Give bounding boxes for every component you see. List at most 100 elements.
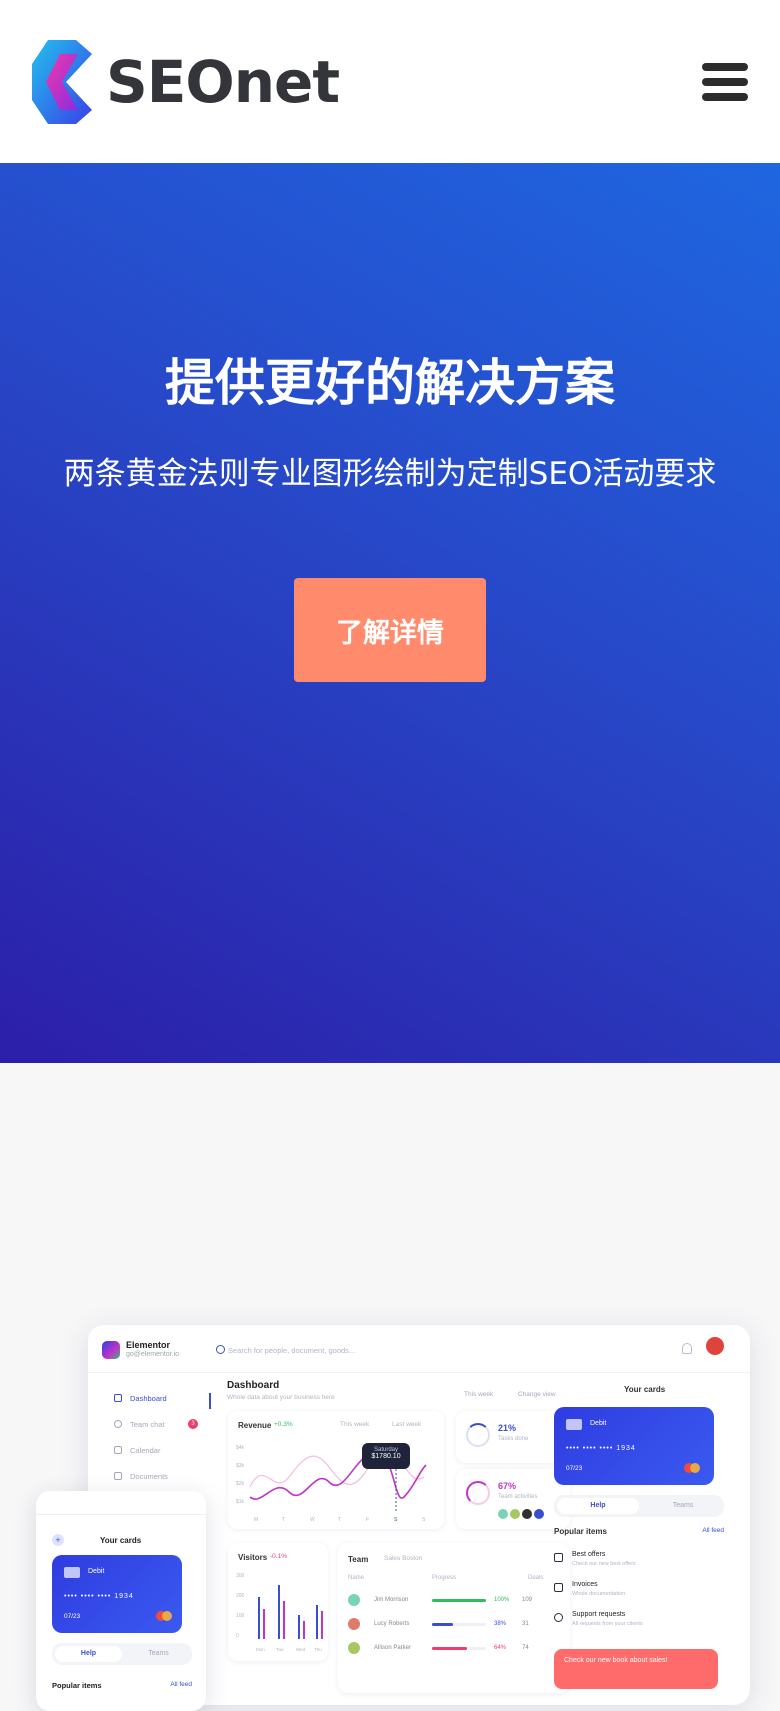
sidebar-item-dashboard: Dashboard — [88, 1385, 208, 1411]
debit-card: Debit •••• •••• •••• 1934 07/23 — [554, 1407, 714, 1485]
hamburger-menu-icon[interactable] — [702, 62, 748, 101]
card-number: •••• •••• •••• 1934 — [64, 1593, 134, 1600]
activities-label: Team activities — [498, 1494, 538, 1500]
promo-banner: Check our new book about sales! — [554, 1649, 718, 1689]
progress-value: 64% — [494, 1645, 507, 1651]
logo-text: SEOnet — [106, 47, 340, 116]
x-tick: W — [310, 1517, 315, 1523]
list-item: Support requests All requests from your c… — [554, 1609, 724, 1633]
progress-value: 38% — [494, 1621, 507, 1627]
member-name: Jim Morrison — [374, 1597, 409, 1603]
sidebar-item-calendar: Calendar — [88, 1437, 208, 1463]
team-avatars — [498, 1509, 544, 1519]
x-tick: T — [338, 1517, 341, 1523]
revenue-change: +0.3% — [274, 1421, 293, 1428]
column-header: Name — [348, 1575, 365, 1581]
tasks-label: Tasks done — [498, 1436, 529, 1442]
dashboard-topbar: Elementor go@elementor.io Search for peo… — [88, 1325, 750, 1373]
tab-help: Help — [55, 1646, 122, 1662]
bar — [321, 1611, 323, 1639]
activities-value: 67% — [498, 1481, 517, 1491]
tooltip-value: $1780.10 — [371, 1453, 401, 1460]
y-tick: $1k — [236, 1499, 245, 1505]
mini-header — [36, 1491, 206, 1515]
tasks-value: 21% — [498, 1423, 517, 1433]
mini-tabs: Help Teams — [52, 1643, 192, 1665]
help-teams-tabs: Help Teams — [554, 1495, 724, 1517]
hero-title: 提供更好的解决方案 — [165, 354, 615, 412]
popular-title: Popular items — [52, 1681, 102, 1690]
active-indicator — [209, 1393, 211, 1409]
bar — [258, 1597, 260, 1639]
site-logo[interactable]: SEOnet — [32, 39, 340, 124]
deals-value: 74 — [522, 1645, 529, 1651]
support-icon — [554, 1613, 563, 1622]
list-item: Best offers Check our new best offers — [554, 1549, 724, 1573]
dashboard-showcase: Elementor go@elementor.io Search for peo… — [0, 1063, 780, 1711]
card-expiry: 07/23 — [64, 1613, 81, 1620]
progress-value: 100% — [494, 1597, 510, 1603]
progress-bar — [432, 1622, 486, 1626]
table-row: Lucy Roberts 38% 31 — [348, 1615, 560, 1633]
bar — [278, 1585, 280, 1639]
sidebar-item-label: Team chat — [130, 1419, 165, 1429]
week-filter: This week — [464, 1391, 494, 1398]
sidebar-item-team-chat: Team chat 3 — [88, 1411, 208, 1437]
menu-bar — [702, 62, 748, 71]
activity-icon — [466, 1481, 490, 1505]
x-tick: S — [394, 1517, 398, 1523]
change-view: Change view — [518, 1391, 556, 1398]
table-row: Jim Morrison 100% 109 — [348, 1591, 560, 1609]
promo-text: Check our new book about sales! — [564, 1657, 668, 1664]
deals-value: 109 — [522, 1597, 533, 1603]
avatar — [534, 1509, 544, 1519]
invoice-icon — [554, 1583, 563, 1592]
dashboard-search: Search for people, document, goods... — [228, 1346, 356, 1355]
team-group: Sales Boston — [384, 1555, 423, 1562]
visitors-change: -0.1% — [270, 1553, 287, 1560]
y-tick: 100 — [236, 1613, 245, 1619]
x-tick: F — [366, 1517, 369, 1523]
logo-mark-icon — [32, 39, 92, 124]
mastercard-icon — [156, 1611, 172, 1621]
sidebar-item-documents: Documents — [88, 1463, 208, 1489]
avatar — [348, 1594, 360, 1606]
legend-this-week: This week — [340, 1421, 370, 1428]
sidebar-item-label: Dashboard — [130, 1393, 167, 1403]
x-tick: Tue — [276, 1647, 284, 1652]
cards-title: Your cards — [624, 1385, 666, 1394]
card-chip-icon — [64, 1567, 80, 1578]
x-tick: Thu — [314, 1647, 322, 1652]
menu-bar — [702, 77, 748, 86]
avatar — [498, 1509, 508, 1519]
x-tick: M — [254, 1517, 258, 1523]
dashboard-title: Dashboard — [227, 1380, 280, 1391]
mini-cards-title: Your cards — [100, 1536, 142, 1545]
item-title: Support requests — [572, 1611, 626, 1618]
bar — [298, 1615, 300, 1639]
brand-name: Elementor — [126, 1340, 171, 1350]
bar — [263, 1609, 265, 1639]
site-header: SEOnet — [0, 0, 780, 163]
mini-popular-header: Popular items All feed — [52, 1681, 192, 1690]
star-icon — [466, 1423, 490, 1447]
all-feed-link: All feed — [170, 1681, 192, 1688]
visitors-card: Visitors -0.1% 300 200 100 0 Mon Tue Wed… — [228, 1543, 328, 1661]
mini-debit-card: Debit •••• •••• •••• 1934 07/23 — [52, 1555, 182, 1633]
card-number: •••• •••• •••• 1934 — [566, 1445, 636, 1452]
y-tick: 300 — [236, 1573, 245, 1579]
brand-email: go@elementor.io — [126, 1351, 180, 1358]
item-desc: Check our new best offers — [572, 1561, 636, 1567]
item-title: Invoices — [572, 1581, 598, 1588]
avatar — [522, 1509, 532, 1519]
notification-badge: 3 — [188, 1419, 198, 1429]
cards-header: Your cards — [554, 1377, 744, 1401]
revenue-tooltip: Saturday $1780.10 — [362, 1443, 410, 1469]
learn-more-button[interactable]: 了解详情 — [294, 578, 486, 682]
y-tick: 200 — [236, 1593, 245, 1599]
y-tick: $3k — [236, 1463, 245, 1469]
revenue-title: Revenue — [238, 1421, 272, 1430]
menu-bar — [702, 92, 748, 101]
team-title: Team — [348, 1555, 369, 1564]
popular-title: Popular items — [554, 1527, 607, 1536]
